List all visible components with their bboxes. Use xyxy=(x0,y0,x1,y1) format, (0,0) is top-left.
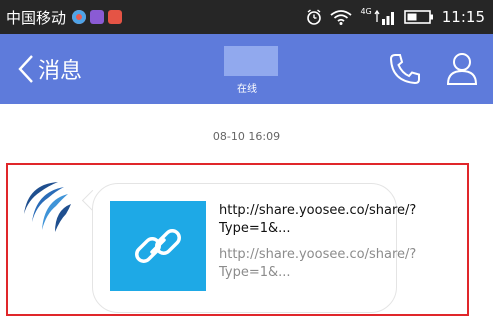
network-type-label: 4G xyxy=(360,6,372,16)
contact-status: 在线 xyxy=(237,84,257,95)
chevron-left-icon xyxy=(18,55,33,83)
battery-icon xyxy=(403,10,433,24)
user-icon xyxy=(446,53,478,85)
notification-icons xyxy=(72,10,123,24)
signal-icon xyxy=(374,9,394,25)
message-timestamp: 08-10 16:09 xyxy=(212,130,281,143)
phone-icon xyxy=(389,54,420,85)
contact-name-redacted xyxy=(224,46,278,76)
avatar[interactable] xyxy=(18,178,76,236)
browser-icon xyxy=(72,10,87,24)
back-label: 消息 xyxy=(38,59,83,84)
chat-header: 消息 在线 xyxy=(0,34,493,104)
link-icon xyxy=(135,229,181,263)
system-status-icons: 4G 11:15 xyxy=(306,0,485,34)
status-time: 11:15 xyxy=(441,8,485,26)
app-icon xyxy=(108,10,123,24)
app-icon xyxy=(90,10,105,24)
call-button[interactable] xyxy=(388,52,422,90)
status-bar: 中国移动 4G 11:15 xyxy=(0,0,493,34)
wifi-icon xyxy=(330,10,353,25)
carrier-name: 中国移动 xyxy=(6,8,67,27)
profile-button[interactable] xyxy=(446,51,478,89)
alarm-icon xyxy=(307,9,322,25)
back-button[interactable]: 消息 xyxy=(18,52,82,86)
link-description: http://share.yoosee.co/share/?Type=1&... xyxy=(219,247,417,280)
link-thumbnail[interactable] xyxy=(110,201,206,291)
link-title[interactable]: http://share.yoosee.co/share/?Type=1&... xyxy=(219,202,416,238)
sender-logo-icon xyxy=(24,182,71,232)
